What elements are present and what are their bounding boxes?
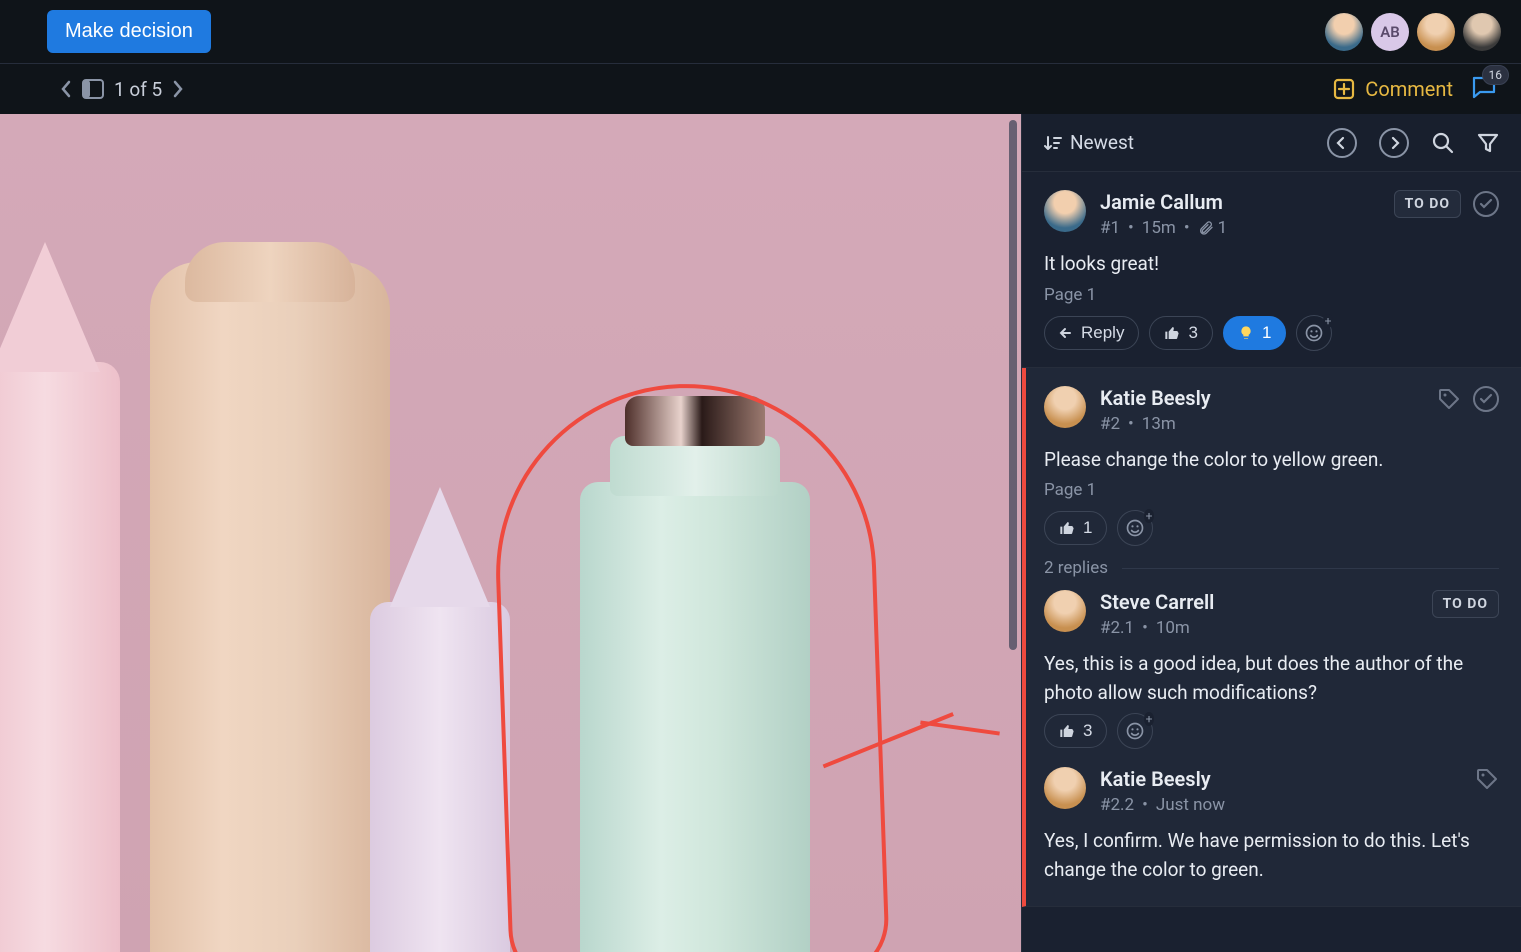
- sort-dropdown[interactable]: Newest: [1044, 131, 1134, 154]
- comments-panel: Newest: [1021, 114, 1521, 952]
- document-canvas[interactable]: [0, 114, 1021, 952]
- comment-body: Please change the color to yellow green.: [1044, 446, 1499, 475]
- presence-avatar-3[interactable]: [1417, 13, 1455, 51]
- comment-avatar: [1044, 590, 1086, 632]
- filter-icon[interactable]: [1477, 132, 1499, 154]
- comment-author: Katie Beesly: [1100, 767, 1225, 791]
- tag-icon[interactable]: [1437, 387, 1461, 411]
- comment-meta: #2 • 13m: [1100, 414, 1211, 434]
- status-badge[interactable]: TO DO: [1394, 190, 1461, 218]
- comment-meta: #1 • 15m • 1: [1100, 218, 1227, 238]
- comment-avatar: [1044, 190, 1086, 232]
- comment-avatar: [1044, 386, 1086, 428]
- comment-reply[interactable]: Katie Beesly #2.2 • Just now Yes, I conf…: [1044, 767, 1499, 884]
- comment-item-selected[interactable]: Katie Beesly #2 • 13m Please: [1022, 368, 1521, 908]
- like-button[interactable]: 3: [1044, 714, 1107, 748]
- make-decision-button[interactable]: Make decision: [47, 10, 211, 53]
- like-button[interactable]: 3: [1149, 316, 1212, 350]
- page-navigator: 1 of 5: [60, 78, 184, 101]
- search-icon[interactable]: [1431, 131, 1455, 155]
- tag-icon[interactable]: [1475, 767, 1499, 791]
- next-comment-button[interactable]: [1379, 128, 1409, 158]
- add-reaction-button[interactable]: [1117, 510, 1153, 546]
- comment-body: It looks great!: [1044, 250, 1499, 279]
- page-toolbar: 1 of 5 Comment 16: [0, 64, 1521, 114]
- comment-meta: #2.1 • 10m: [1100, 618, 1214, 638]
- sidebar-toggle-icon[interactable]: [82, 79, 104, 99]
- sort-label: Newest: [1070, 131, 1134, 154]
- resolve-icon[interactable]: [1473, 191, 1499, 217]
- status-badge[interactable]: TO DO: [1432, 590, 1499, 618]
- presence-avatar-2[interactable]: AB: [1371, 13, 1409, 51]
- canvas-scrollbar[interactable]: [1009, 120, 1017, 650]
- presence-avatar-4[interactable]: [1463, 13, 1501, 51]
- like-button[interactable]: 1: [1044, 511, 1107, 545]
- add-comment-button[interactable]: Comment: [1333, 77, 1453, 101]
- comment-author: Katie Beesly: [1100, 386, 1211, 410]
- comment-item[interactable]: Jamie Callum #1 • 15m • 1 TO DO: [1022, 172, 1521, 368]
- add-comment-label: Comment: [1365, 77, 1453, 101]
- comment-avatar: [1044, 767, 1086, 809]
- comment-page: Page 1: [1044, 480, 1499, 500]
- presence-avatar-1[interactable]: [1325, 13, 1363, 51]
- replies-divider: 2 replies: [1044, 558, 1499, 578]
- presence-avatars: AB: [1325, 13, 1501, 51]
- add-reaction-button[interactable]: [1117, 713, 1153, 749]
- comments-panel-toggle[interactable]: 16: [1471, 75, 1497, 104]
- comment-reply[interactable]: Steve Carrell #2.1 • 10m TO DO Yes, this…: [1044, 590, 1499, 749]
- annotation-leader-2: [920, 720, 1000, 735]
- product-bottle-lavender: [370, 602, 510, 952]
- comments-toolbar: Newest: [1022, 114, 1521, 172]
- next-page-icon[interactable]: [172, 80, 184, 98]
- attachment-icon: 1: [1198, 218, 1228, 238]
- comment-author: Jamie Callum: [1100, 190, 1227, 214]
- main-area: Newest: [0, 114, 1521, 952]
- product-bottle-pink: [0, 362, 120, 952]
- comment-author: Steve Carrell: [1100, 590, 1214, 614]
- product-bottle-mint: [580, 482, 810, 952]
- top-bar: Make decision AB: [0, 0, 1521, 64]
- idea-reaction-button[interactable]: 1: [1223, 316, 1286, 350]
- comments-list[interactable]: Jamie Callum #1 • 15m • 1 TO DO: [1022, 172, 1521, 952]
- reply-button[interactable]: Reply: [1044, 316, 1139, 350]
- comment-meta: #2.2 • Just now: [1100, 795, 1225, 815]
- add-reaction-button[interactable]: [1296, 315, 1332, 351]
- resolve-icon[interactable]: [1473, 386, 1499, 412]
- comment-page: Page 1: [1044, 285, 1499, 305]
- comment-body: Yes, I confirm. We have permission to do…: [1044, 827, 1499, 884]
- add-comment-icon: [1333, 78, 1355, 100]
- prev-comment-button[interactable]: [1327, 128, 1357, 158]
- prev-page-icon[interactable]: [60, 80, 72, 98]
- comments-count-badge: 16: [1482, 65, 1510, 85]
- product-bottle-tan: [150, 262, 390, 952]
- page-indicator: 1 of 5: [114, 78, 162, 101]
- comment-body: Yes, this is a good idea, but does the a…: [1044, 650, 1499, 707]
- annotation-leader-1: [823, 712, 998, 876]
